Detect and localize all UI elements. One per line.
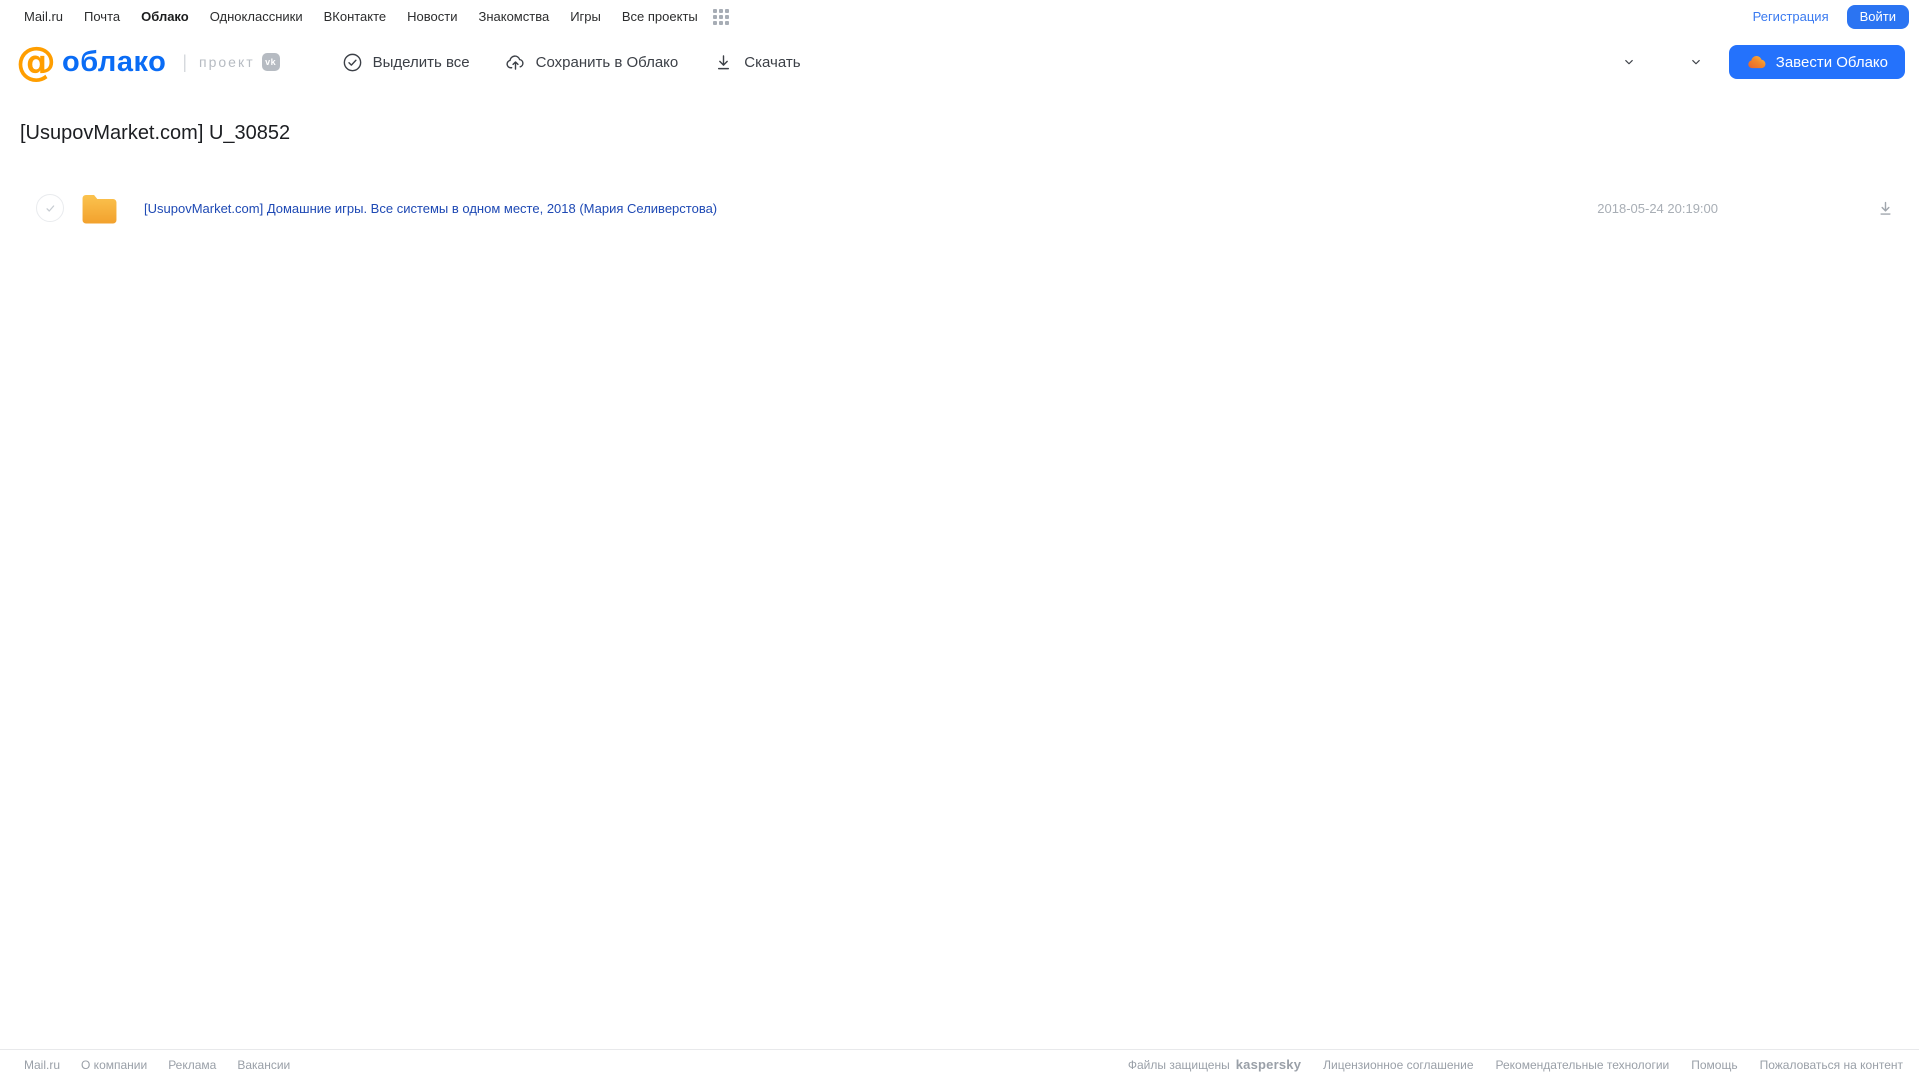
chevron-down-icon: [1624, 59, 1633, 65]
topnav-link-games[interactable]: Игры: [570, 9, 601, 24]
top-bar: Mail.ru Почта Облако Одноклассники ВКонт…: [0, 0, 1919, 33]
topnav-link-news[interactable]: Новости: [407, 9, 457, 24]
registration-link[interactable]: Регистрация: [1753, 9, 1829, 24]
logo-word: облако: [62, 45, 167, 78]
topnav-link-all-projects[interactable]: Все проекты: [622, 9, 698, 24]
vk-icon: vk: [261, 53, 280, 71]
sort-dropdown[interactable]: [1662, 47, 1703, 78]
auth-area: Регистрация Войти: [1753, 4, 1909, 29]
kaspersky-logo[interactable]: kaspersky: [1236, 1057, 1301, 1072]
footer: Mail.ru О компании Реклама Вакансии Файл…: [0, 1049, 1919, 1079]
select-all-button[interactable]: Выделить все: [342, 52, 470, 73]
footer-link-help[interactable]: Помощь: [1691, 1058, 1737, 1072]
footer-right-links: Файлы защищены kaspersky Лицензионное со…: [1128, 1057, 1903, 1072]
select-all-label: Выделить все: [372, 53, 470, 71]
mailru-at-icon: @: [16, 39, 56, 85]
footer-link-recommendation-tech[interactable]: Рекомендательные технологии: [1496, 1058, 1670, 1072]
main-content: [UsupovMarket.com] U_30852 [UsupovMarket…: [0, 91, 1919, 231]
row-checkbox[interactable]: [36, 194, 64, 222]
file-row: [UsupovMarket.com] Домашние игры. Все си…: [0, 185, 1919, 231]
row-download-button[interactable]: [1876, 199, 1895, 218]
topnav-link-mail[interactable]: Почта: [84, 9, 120, 24]
kaspersky-protection: Файлы защищены kaspersky: [1128, 1057, 1301, 1072]
download-label: Скачать: [744, 53, 801, 71]
all-projects-grid-icon[interactable]: [712, 8, 729, 25]
folder-icon[interactable]: [81, 193, 118, 224]
topnav-link-dating[interactable]: Знакомства: [478, 9, 549, 24]
file-name-link[interactable]: [UsupovMarket.com] Домашние игры. Все си…: [144, 201, 1597, 216]
cloud-upload-icon: [505, 52, 526, 73]
check-circle-icon: [342, 52, 363, 73]
topnav-link-vkontakte[interactable]: ВКонтакте: [324, 9, 387, 24]
save-to-cloud-button[interactable]: Сохранить в Облако: [505, 52, 679, 73]
portal-nav: Mail.ru Почта Облако Одноклассники ВКонт…: [24, 8, 729, 25]
topnav-link-mailru[interactable]: Mail.ru: [24, 9, 63, 24]
view-controls: Завести Облако: [1595, 45, 1905, 79]
get-cloud-label: Завести Облако: [1775, 53, 1888, 71]
footer-link-license[interactable]: Лицензионное соглашение: [1323, 1058, 1473, 1072]
download-button[interactable]: Скачать: [713, 52, 801, 73]
footer-link-mailru[interactable]: Mail.ru: [24, 1058, 60, 1072]
project-label: проект: [199, 54, 255, 70]
cloud-icon: [1746, 52, 1767, 73]
file-toolbar: Выделить все Сохранить в Облако Скачать: [342, 52, 801, 73]
footer-link-ads[interactable]: Реклама: [168, 1058, 216, 1072]
chevron-down-icon: [1691, 59, 1700, 65]
download-icon: [713, 52, 734, 73]
file-date: 2018-05-24 20:19:00: [1597, 200, 1718, 216]
header: @ облако | проект vk Выделить все Сохран…: [0, 33, 1919, 91]
protected-label: Файлы защищены: [1127, 1057, 1230, 1072]
save-to-cloud-label: Сохранить в Облако: [535, 53, 679, 71]
topnav-link-cloud[interactable]: Облако: [141, 9, 189, 24]
sort-icon: [1662, 47, 1685, 78]
check-icon: [45, 204, 54, 212]
login-button[interactable]: Войти: [1846, 4, 1909, 29]
download-icon: [1880, 201, 1891, 215]
view-mode-dropdown[interactable]: [1595, 47, 1636, 78]
logo-divider: |: [182, 51, 187, 72]
topnav-link-odnoklassniki[interactable]: Одноклассники: [210, 9, 303, 24]
cloud-logo[interactable]: @ облако | проект vk: [16, 42, 280, 82]
footer-link-about[interactable]: О компании: [81, 1058, 147, 1072]
footer-link-jobs[interactable]: Вакансии: [237, 1058, 290, 1072]
page-title: [UsupovMarket.com] U_30852: [20, 122, 291, 144]
view-mode-icon: [1595, 47, 1618, 78]
get-cloud-button[interactable]: Завести Облако: [1728, 45, 1905, 79]
footer-left-links: Mail.ru О компании Реклама Вакансии: [24, 1058, 290, 1072]
footer-link-report-content[interactable]: Пожаловаться на контент: [1760, 1058, 1903, 1072]
